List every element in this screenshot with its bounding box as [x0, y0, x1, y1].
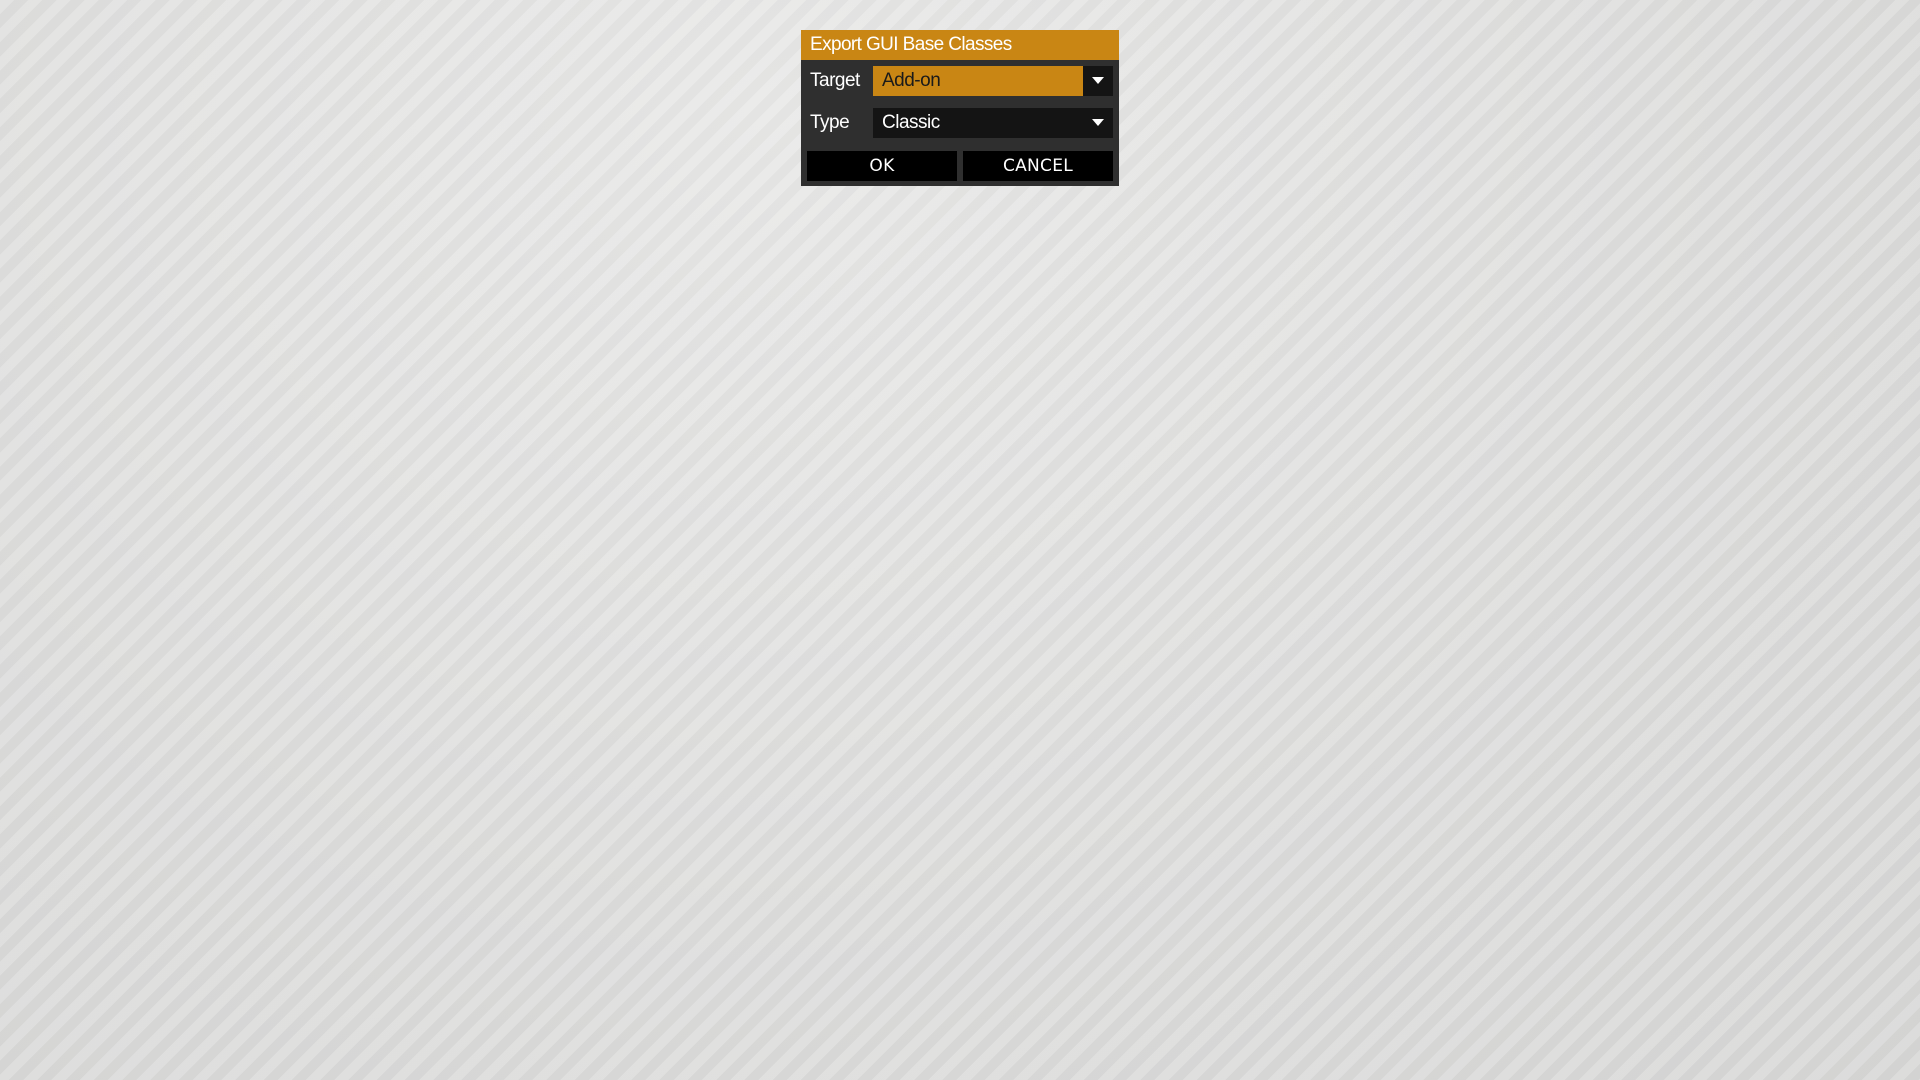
- ok-button[interactable]: OK: [807, 151, 957, 181]
- type-dropdown-toggle[interactable]: [1083, 108, 1113, 138]
- type-dropdown-value[interactable]: Classic: [873, 108, 1083, 138]
- target-dropdown-toggle[interactable]: [1083, 66, 1113, 96]
- target-row: Target Add-on: [801, 66, 1119, 96]
- dialog-title: Export GUI Base Classes: [801, 30, 1119, 60]
- type-dropdown[interactable]: Classic: [873, 108, 1113, 138]
- type-label: Type: [810, 112, 850, 133]
- target-dropdown[interactable]: Add-on: [873, 66, 1113, 96]
- target-dropdown-value[interactable]: Add-on: [873, 66, 1083, 96]
- chevron-down-icon: [1092, 77, 1104, 84]
- export-gui-dialog: Export GUI Base Classes Target Add-on Ty…: [801, 30, 1119, 186]
- cancel-button[interactable]: CANCEL: [963, 151, 1113, 181]
- chevron-down-icon: [1092, 119, 1104, 126]
- target-label: Target: [810, 70, 860, 91]
- type-row: Type Classic: [801, 108, 1119, 138]
